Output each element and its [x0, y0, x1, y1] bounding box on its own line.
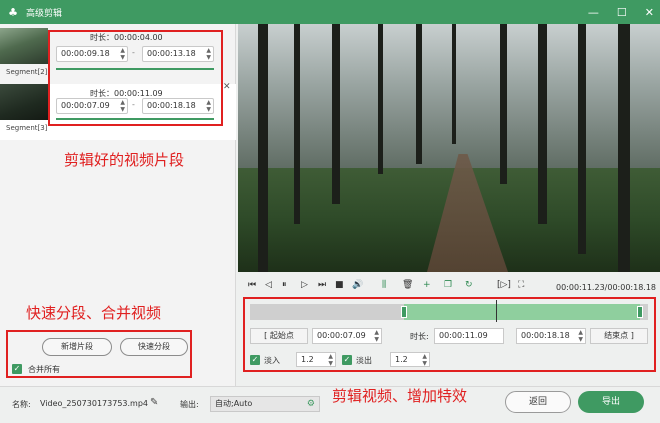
- annotation-segments: 剪辑好的视频片段: [64, 151, 185, 169]
- close-icon[interactable]: ✕: [645, 6, 654, 19]
- segment-panel: Segment[2] 时长：00:00:04.00 00:00:09.18 ▲ ▼…: [0, 24, 236, 386]
- playback-time: 00:00:11.23/00:00:18.18: [556, 283, 656, 292]
- footer-bar: 名称: Video_250730173753.mp4 ✎ 输出: 自动;Auto…: [0, 386, 660, 423]
- annotation-edit: 剪辑视频、增加特效: [332, 387, 468, 405]
- minimize-icon[interactable]: —: [588, 6, 599, 19]
- video-preview[interactable]: [238, 24, 660, 272]
- stop-icon[interactable]: ■: [335, 280, 344, 290]
- name-label: 名称:: [12, 400, 31, 409]
- output-select[interactable]: 自动;Auto ⚙: [210, 396, 320, 412]
- app-logo-icon: ♣: [8, 5, 18, 19]
- segment-thumbnail: [0, 84, 48, 120]
- edit-pencil-icon[interactable]: ✎: [150, 397, 158, 408]
- back-button[interactable]: 返回: [505, 391, 571, 413]
- split-icon[interactable]: ⫼: [382, 280, 386, 290]
- skip-start-icon[interactable]: ⏮: [248, 280, 256, 290]
- file-name: Video_250730173753.mp4: [40, 399, 148, 408]
- crop-icon[interactable]: [▷]: [497, 280, 511, 290]
- gear-icon[interactable]: ⚙: [307, 397, 315, 411]
- segment-close-icon[interactable]: ✕: [223, 82, 231, 92]
- merge-all-label: 合并所有: [28, 365, 60, 374]
- maximize-icon[interactable]: ☐: [617, 6, 627, 19]
- copy-icon[interactable]: ❐: [444, 280, 452, 290]
- window-title: 高级剪辑: [26, 8, 63, 19]
- add-segment-button[interactable]: 新增片段: [42, 338, 112, 356]
- delete-icon[interactable]: 🗑: [402, 280, 413, 290]
- volume-icon[interactable]: 🔊: [352, 280, 363, 290]
- annotation-box-edit: [243, 297, 656, 372]
- add-icon[interactable]: +: [423, 280, 431, 290]
- next-frame-icon[interactable]: ▷: [301, 280, 308, 290]
- prev-frame-icon[interactable]: ◁: [265, 280, 272, 290]
- export-button[interactable]: 导出: [578, 391, 644, 413]
- window-controls: — ☐ ✕: [588, 0, 654, 24]
- segment-thumbnail: [0, 28, 48, 64]
- fullscreen-icon[interactable]: ⛶: [518, 280, 524, 290]
- fast-split-button[interactable]: 快速分段: [120, 338, 188, 356]
- title-bar: ♣ 高级剪辑 — ☐ ✕: [0, 0, 660, 24]
- rotate-icon[interactable]: ↻: [465, 280, 473, 290]
- segment-label: Segment[2]: [6, 68, 48, 76]
- annotation-split: 快速分段、合并视频: [26, 304, 162, 322]
- skip-end-icon[interactable]: ⏭: [318, 280, 326, 290]
- pause-icon[interactable]: ⏸: [282, 280, 287, 290]
- segment-label: Segment[3]: [6, 124, 48, 132]
- merge-all-checkbox[interactable]: ✓: [12, 364, 22, 374]
- annotation-box-segments: [48, 30, 223, 126]
- output-label: 输出:: [180, 400, 199, 409]
